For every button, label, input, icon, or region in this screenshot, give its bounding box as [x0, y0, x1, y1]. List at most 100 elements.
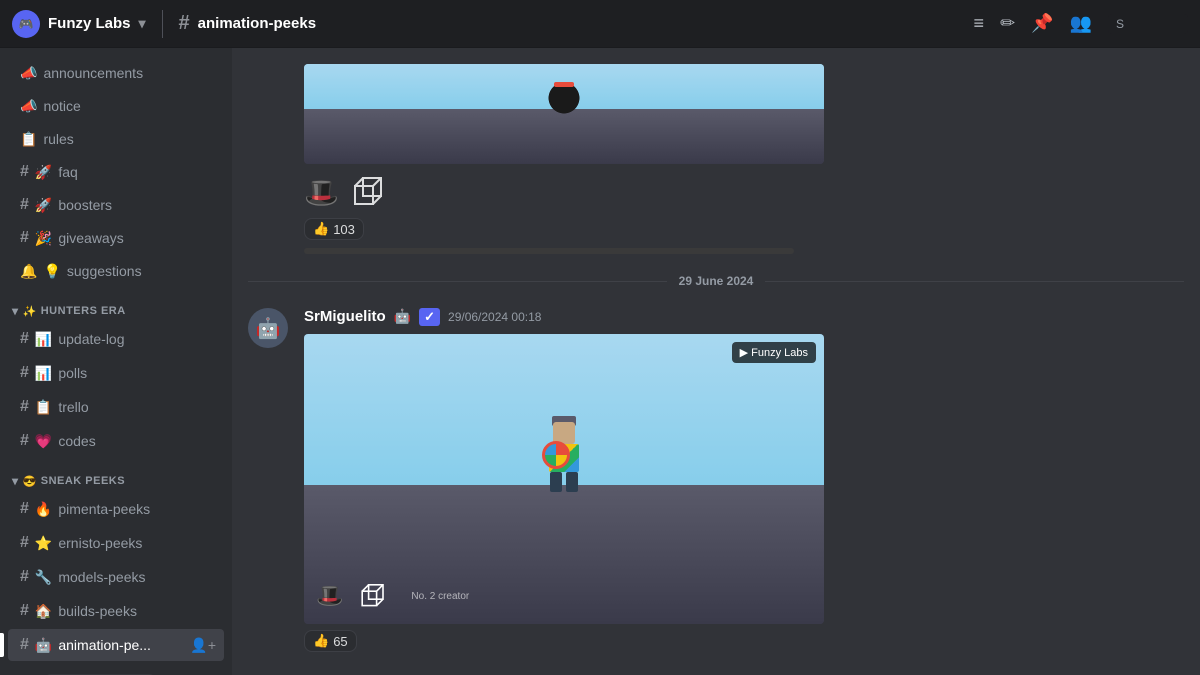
sidebar-item-builds-peeks[interactable]: # 🏠 builds-peeks [8, 595, 224, 627]
add-member-icon[interactable]: 👤+ [190, 637, 216, 654]
sidebar-item-pimenta-peeks[interactable]: # 🔥 pimenta-peeks [8, 493, 224, 525]
message-1: 🤖 SrMiguelito 🤖 ✓ 29/06/2024 00:18 [232, 304, 1200, 656]
overlay-button[interactable]: ▶ Funzy Labs [732, 342, 816, 363]
sidebar-item-polls[interactable]: # 📊 polls [8, 357, 224, 389]
badge-label: ✓ [419, 308, 440, 326]
giveaways-emoji-icon: 🎉 [35, 230, 52, 247]
channel-label: giveaways [58, 230, 123, 246]
sidebar-item-ernisto-peeks[interactable]: # ⭐ ernisto-peeks [8, 527, 224, 559]
reaction-thumbsup-2[interactable]: 👍 65 [304, 630, 357, 652]
channel-label: trello [58, 399, 88, 415]
chat-area: 🎩 👍 103 [232, 48, 1200, 675]
category-emoji: 😎 [23, 475, 37, 488]
category-label: HUNTERS ERA [41, 305, 126, 317]
category-label: SNEAK PEEKS [41, 475, 125, 487]
unread-bar [304, 248, 794, 254]
channel-label: suggestions [67, 263, 142, 279]
category-emoji: ✨ [23, 305, 37, 318]
thread-icon[interactable]: ≡ [974, 13, 985, 34]
avatar-emoji: 🤖 [256, 316, 281, 341]
server-name-label: Funzy Labs [48, 15, 131, 32]
sidebar-item-boosters[interactable]: # 🚀 boosters [8, 189, 224, 221]
channel-title: # animation-peeks [179, 12, 317, 35]
channel-label: animation-pe... [58, 637, 151, 653]
timestamp: 29/06/2024 00:18 [448, 310, 541, 324]
bell-icon: 🔔 [20, 263, 37, 280]
channel-label: notice [43, 98, 80, 114]
sidebar-item-animation-peeks[interactable]: # 🤖 animation-pe... 👤+ [8, 629, 224, 661]
category-hunters-era[interactable]: ▾ ✨ HUNTERS ERA [0, 288, 232, 322]
sidebar-item-trello[interactable]: # 📋 trello [8, 391, 224, 423]
models-icon: 🔧 [35, 569, 52, 586]
char-wheel [542, 441, 570, 469]
char-legs [550, 472, 578, 492]
hash-icon: # [20, 568, 29, 586]
main-layout: 📣 announcements 📣 notice 📋 rules # 🚀 faq… [0, 48, 1200, 675]
sidebar-item-suggestions[interactable]: 🔔 💡 suggestions [8, 255, 224, 287]
hash-icon: # [20, 500, 29, 518]
sidebar-item-notice[interactable]: 📣 notice [8, 90, 224, 122]
char-leg-left [550, 472, 562, 492]
sidebar-item-giveaways[interactable]: # 🎉 giveaways [8, 222, 224, 254]
partial-content: 🎩 👍 103 [304, 64, 824, 254]
channel-label: announcements [43, 65, 143, 81]
search-header-icon[interactable]: S [1108, 14, 1188, 34]
game-character [534, 416, 594, 496]
rules-icon: 📋 [20, 131, 37, 148]
channel-label: polls [58, 365, 87, 381]
separator-line-left [248, 281, 667, 282]
animation-icon: 🤖 [35, 637, 52, 654]
message-content-1: SrMiguelito 🤖 ✓ 29/06/2024 00:18 [304, 308, 1184, 652]
hash-icon: # [20, 398, 29, 416]
channel-label: boosters [58, 197, 112, 213]
channel-label: builds-peeks [58, 603, 137, 619]
sidebar-item-faq[interactable]: # 🚀 faq [8, 156, 224, 188]
username: SrMiguelito [304, 308, 386, 325]
reaction-bar-2: 👍 65 [304, 630, 1184, 652]
reaction-thumbsup-1[interactable]: 👍 103 [304, 218, 364, 240]
boosters-emoji-icon: 🚀 [35, 197, 52, 214]
reaction-emoji: 👍 [313, 221, 329, 237]
pin-icon[interactable]: 📌 [1031, 13, 1053, 34]
title-bar-actions: ≡ ✏ 📌 👥 S [974, 13, 1188, 34]
channel-label: rules [43, 131, 73, 147]
sidebar-item-codes[interactable]: # 💗 codes [8, 425, 224, 457]
sidebar-item-update-log[interactable]: # 📊 update-log [8, 323, 224, 355]
message-partial: 🎩 👍 103 [232, 56, 1200, 258]
title-divider [162, 10, 163, 38]
server-dropdown-icon[interactable]: ▾ [139, 15, 146, 32]
sidebar-item-rules[interactable]: 📋 rules [8, 123, 224, 155]
date-label: 29 June 2024 [679, 274, 754, 288]
reaction-bar-1: 👍 103 [304, 218, 824, 240]
title-bar: 🎮 Funzy Labs ▾ # animation-peeks ≡ ✏ 📌 👥… [0, 0, 1200, 48]
hash-icon: # [20, 432, 29, 450]
channel-label: codes [58, 433, 95, 449]
server-name[interactable]: 🎮 Funzy Labs ▾ [12, 10, 146, 38]
cube-logo [351, 172, 391, 212]
game-screenshot: ▶ Funzy Labs 🎩 No. 2 creator [304, 334, 824, 624]
top-channels: 📣 announcements 📣 notice 📋 rules # 🚀 faq… [0, 48, 232, 288]
hash-icon: # [179, 12, 190, 35]
partial-screenshot [304, 64, 824, 164]
edit-icon[interactable]: ✏ [1000, 13, 1015, 34]
reaction-count: 103 [333, 222, 355, 237]
avatar-srmiguelito[interactable]: 🤖 [248, 308, 288, 348]
suggestions-emoji-icon: 💡 [43, 263, 60, 280]
sidebar-item-announcements[interactable]: 📣 announcements [8, 57, 224, 89]
reaction-emoji-2: 👍 [313, 633, 329, 649]
hat-logo: 🎩 [304, 176, 339, 209]
sidebar: 📣 announcements 📣 notice 📋 rules # 🚀 faq… [0, 48, 232, 675]
pimenta-icon: 🔥 [35, 501, 52, 518]
category-arrow: ▾ [12, 304, 19, 318]
channel-label: update-log [58, 331, 124, 347]
watermark-logos-1: 🎩 [304, 172, 824, 212]
hash-icon: # [20, 364, 29, 382]
messages-container: 🎩 👍 103 [232, 48, 1200, 675]
channel-label: ernisto-peeks [58, 535, 142, 551]
hash-icon: # [20, 602, 29, 620]
members-icon[interactable]: 👥 [1070, 13, 1092, 34]
category-sneak-peeks[interactable]: ▾ 😎 SNEAK PEEKS [0, 458, 232, 492]
sidebar-item-models-peeks[interactable]: # 🔧 models-peeks [8, 561, 224, 593]
new-unreads-item[interactable]: # ▲ NEW UNREADS [8, 666, 224, 675]
username-emoji: 🤖 [394, 308, 411, 325]
